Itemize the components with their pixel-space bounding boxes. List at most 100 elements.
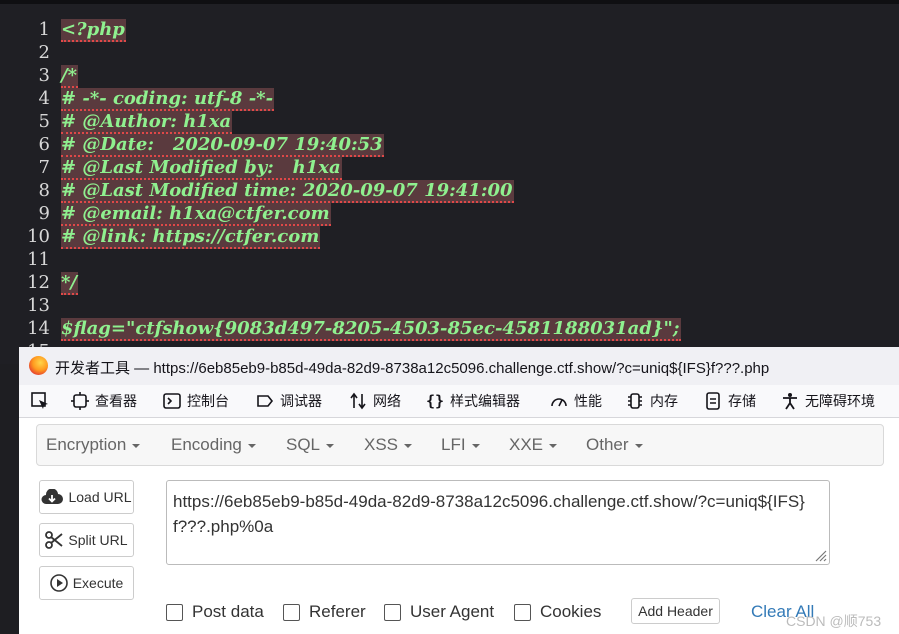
cookies-checkbox[interactable]: Cookies xyxy=(514,602,601,622)
hackbar-panel: Encryption Encoding SQL XSS LFI XXE Othe… xyxy=(19,418,899,634)
checkbox-box[interactable] xyxy=(283,603,300,621)
code-line: 10 # @link: https://ctfer.com xyxy=(0,225,899,249)
checkbox-label: Referer xyxy=(309,602,366,621)
menu-label: Encoding xyxy=(171,435,242,454)
code-text: <?php xyxy=(61,19,126,42)
tab-performance[interactable]: 性能 xyxy=(550,391,602,411)
cloud-download-icon xyxy=(41,489,64,505)
scissors-icon xyxy=(45,531,63,549)
code-line: 4 # -*- coding: utf-8 -*- xyxy=(0,87,899,111)
checkbox-box[interactable] xyxy=(166,603,183,621)
line-number: 6 xyxy=(38,134,50,155)
menu-xss[interactable]: XSS xyxy=(364,435,413,455)
play-circle-icon xyxy=(49,574,68,592)
checkbox-label: Post data xyxy=(192,602,264,621)
execute-button[interactable]: Execute xyxy=(39,566,134,600)
line-number: 3 xyxy=(38,65,50,86)
tab-label: 性能 xyxy=(574,393,602,409)
line-number: 9 xyxy=(38,203,50,224)
line-number: 8 xyxy=(38,180,50,201)
menu-label: XXE xyxy=(509,435,544,454)
checkbox-label: Cookies xyxy=(540,602,602,621)
menu-encryption[interactable]: Encryption xyxy=(46,435,141,455)
add-header-label: Add Header xyxy=(638,603,713,619)
inspector-icon xyxy=(71,392,89,410)
code-line: 1 <?php xyxy=(0,18,899,42)
tab-storage[interactable]: 存储 xyxy=(704,391,756,411)
checkbox-box[interactable] xyxy=(384,603,401,621)
line-number: 7 xyxy=(38,157,50,178)
code-line: 14 $flag="ctfshow{9083d497-8205-4503-85ec… xyxy=(0,317,899,341)
tab-memory[interactable]: 内存 xyxy=(626,391,678,411)
split-url-label: Split URL xyxy=(68,532,128,548)
code-line: 12 */ xyxy=(0,271,899,295)
code-text: # @Author: h1xa xyxy=(61,111,233,134)
menu-lfi[interactable]: LFI xyxy=(441,435,480,455)
code-line: 11 xyxy=(0,248,899,271)
split-url-button[interactable]: Split URL xyxy=(39,523,134,557)
element-picker-icon xyxy=(31,392,48,409)
code-text: # @Last Modified time: 2020-09-07 19:41:… xyxy=(61,180,514,203)
menu-other[interactable]: Other xyxy=(586,435,643,455)
tab-label: 存储 xyxy=(728,393,756,409)
caret-down-icon xyxy=(404,443,413,448)
line-number: 13 xyxy=(27,295,50,316)
menu-label: Encryption xyxy=(46,435,127,454)
caret-down-icon xyxy=(132,443,141,448)
load-url-label: Load URL xyxy=(68,489,132,505)
code-line: 13 xyxy=(0,294,899,317)
tab-console[interactable]: 控制台 xyxy=(163,391,229,411)
performance-icon xyxy=(550,392,568,410)
line-number: 14 xyxy=(27,318,50,339)
tab-label: 内存 xyxy=(650,393,678,409)
user-agent-checkbox[interactable]: User Agent xyxy=(384,602,494,622)
element-picker-button[interactable] xyxy=(25,389,55,413)
console-icon xyxy=(163,392,181,410)
menu-sql[interactable]: SQL xyxy=(286,435,335,455)
debugger-icon xyxy=(256,392,274,410)
url-textarea[interactable]: https://6eb85eb9-b85d-49da-82d9-8738a12c… xyxy=(166,480,830,565)
referer-checkbox[interactable]: Referer xyxy=(283,602,366,622)
add-header-button[interactable]: Add Header xyxy=(631,598,720,624)
tab-inspector[interactable]: 查看器 xyxy=(71,391,137,411)
tab-debugger[interactable]: 调试器 xyxy=(256,391,322,411)
style-editor-icon: {} xyxy=(425,392,445,410)
tab-label: 控制台 xyxy=(187,393,229,409)
caret-down-icon xyxy=(634,443,643,448)
tab-network[interactable]: 网络 xyxy=(349,391,401,411)
menu-label: LFI xyxy=(441,435,466,454)
tab-accessibility[interactable]: 无障碍环境 xyxy=(781,391,875,411)
caret-down-icon xyxy=(326,443,335,448)
watermark: CSDN @顺753 xyxy=(786,613,882,629)
devtools-title: 开发者工具 — https://6eb85eb9-b85d-49da-82d9-… xyxy=(55,360,770,377)
network-icon xyxy=(349,392,367,410)
checkbox-box[interactable] xyxy=(514,603,531,621)
menu-xxe[interactable]: XXE xyxy=(509,435,558,455)
devtools-window: 开发者工具 — https://6eb85eb9-b85d-49da-82d9-… xyxy=(19,347,899,634)
checkbox-label: User Agent xyxy=(410,602,495,621)
line-number: 4 xyxy=(38,88,50,109)
caret-down-icon xyxy=(549,443,558,448)
resize-grip-icon[interactable] xyxy=(813,548,827,562)
code-text: # @link: https://ctfer.com xyxy=(61,226,321,249)
code-text: # @Last Modified by: h1xa xyxy=(61,157,342,180)
code-text: # -*- coding: utf-8 -*- xyxy=(61,88,275,111)
caret-down-icon xyxy=(471,443,480,448)
tab-label: 无障碍环境 xyxy=(805,393,875,409)
menu-label: Other xyxy=(586,435,629,454)
tab-style-editor[interactable]: {} 样式编辑器 xyxy=(426,391,520,411)
line-number: 1 xyxy=(38,19,50,40)
source-code-view: 1 <?php 2 3 /* 4 # -*- coding: utf-8 -*- 5 #… xyxy=(0,0,899,364)
menu-encoding[interactable]: Encoding xyxy=(171,435,256,455)
line-number: 5 xyxy=(38,111,50,132)
code-text: */ xyxy=(61,272,78,295)
devtools-titlebar[interactable]: 开发者工具 — https://6eb85eb9-b85d-49da-82d9-… xyxy=(19,347,899,385)
post-data-checkbox[interactable]: Post data xyxy=(166,602,264,622)
code-line: 7 # @Last Modified by: h1xa xyxy=(0,156,899,180)
tab-label: 样式编辑器 xyxy=(450,393,520,409)
storage-icon xyxy=(704,392,722,410)
code-line: 8 # @Last Modified time: 2020-09-07 19:41… xyxy=(0,179,899,203)
load-url-button[interactable]: Load URL xyxy=(39,480,134,514)
hackbar-menubar: Encryption Encoding SQL XSS LFI XXE Othe… xyxy=(36,424,884,466)
firefox-logo-icon xyxy=(29,356,48,375)
